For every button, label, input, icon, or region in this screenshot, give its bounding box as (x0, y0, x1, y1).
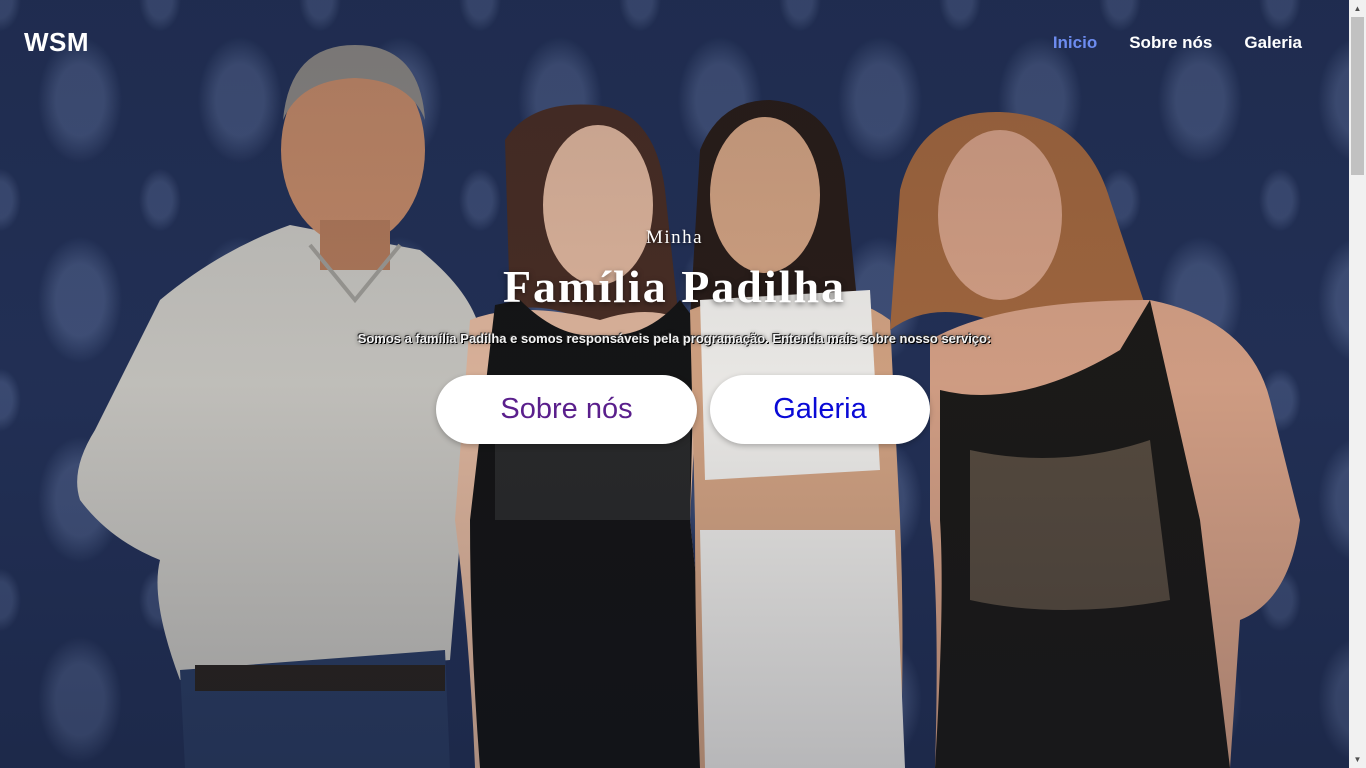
hero-kicker: Minha (645, 227, 704, 248)
galeria-button[interactable]: Galeria (710, 375, 930, 444)
arrow-down-icon[interactable]: ▼ (1349, 751, 1366, 768)
scrollbar-thumb[interactable] (1351, 17, 1364, 175)
sobre-nos-button[interactable]: Sobre nós (436, 375, 697, 444)
nav-link-sobre-nos[interactable]: Sobre nós (1129, 33, 1212, 53)
hero-title: Família Padilha (502, 261, 847, 312)
brand-logo[interactable]: WSM (24, 27, 89, 58)
arrow-up-icon[interactable]: ▲ (1349, 0, 1366, 17)
nav-link-inicio[interactable]: Inicio (1053, 33, 1097, 53)
hero-content: Minha Família Padilha Somos a família Pa… (0, 0, 1366, 768)
nav-link-galeria[interactable]: Galeria (1244, 33, 1302, 53)
page: WSM Inicio Sobre nós Galeria Minha Famíl… (0, 0, 1366, 768)
navbar: WSM Inicio Sobre nós Galeria (0, 0, 1349, 86)
nav-links: Inicio Sobre nós Galeria (1053, 33, 1302, 53)
page-scrollbar[interactable]: ▲ ▼ (1349, 0, 1366, 768)
hero-subtitle: Somos a família Padilha e somos responsá… (357, 331, 992, 346)
